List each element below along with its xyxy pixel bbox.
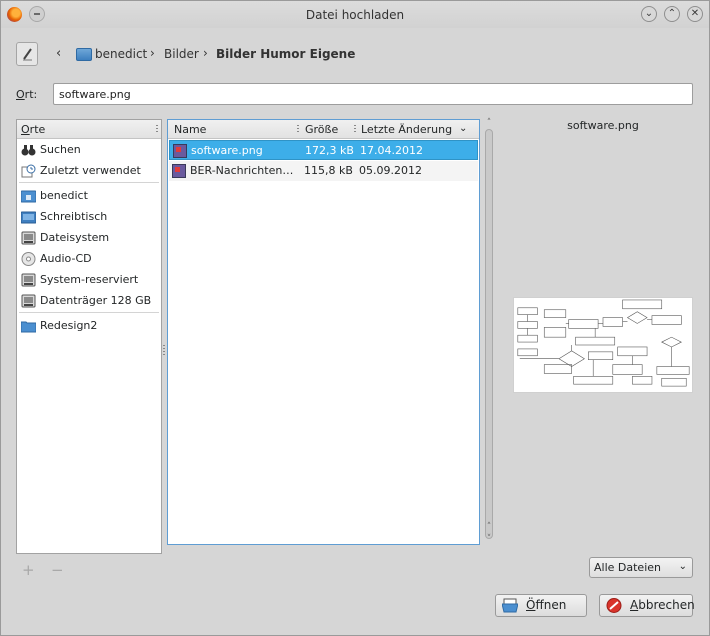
column-modified[interactable]: Letzte Änderung xyxy=(361,123,452,136)
close-button[interactable]: ✕ xyxy=(687,6,703,22)
cd-icon xyxy=(21,252,36,266)
location-input[interactable] xyxy=(53,83,693,105)
file-type-filter[interactable]: Alle Dateien ⌄ xyxy=(589,557,693,578)
maximize-button[interactable]: ⌃ xyxy=(664,6,680,22)
preview-image xyxy=(513,297,693,393)
place-home[interactable]: benedict xyxy=(18,186,160,206)
cancel-icon xyxy=(606,598,622,613)
place-recent[interactable]: Zuletzt verwendet xyxy=(18,161,160,181)
cancel-button[interactable]: Abbrechen xyxy=(599,594,695,617)
table-row[interactable]: BER-Nachrichten.png 115,8 kB 05.09.2012 xyxy=(169,161,478,181)
binoculars-icon xyxy=(21,145,36,156)
recent-icon xyxy=(21,164,36,178)
sort-descending-icon: ⌄ xyxy=(459,123,468,134)
file-list-scrollbar[interactable]: ˄ ˄ ˅ xyxy=(483,119,495,547)
column-size[interactable]: Größe xyxy=(305,123,338,136)
place-desktop[interactable]: Schreibtisch xyxy=(18,207,160,227)
breadcrumb-benedict[interactable]: benedict xyxy=(95,47,147,61)
panel-splitter[interactable] xyxy=(163,345,165,355)
resize-grip[interactable] xyxy=(297,125,299,134)
open-button[interactable]: Öffnen xyxy=(495,594,587,617)
breadcrumb-bilder[interactable]: Bilder xyxy=(164,47,199,61)
scroll-up-icon[interactable]: ˄ xyxy=(484,523,494,532)
drive-icon xyxy=(21,294,36,308)
column-name[interactable]: Name xyxy=(174,123,206,136)
resize-grip[interactable] xyxy=(156,125,158,134)
places-panel: Orte Suchen Zuletzt verwendet benedict S… xyxy=(16,119,162,554)
chevron-right-icon: › xyxy=(150,46,155,60)
place-search[interactable]: Suchen xyxy=(18,140,160,160)
home-folder-icon xyxy=(21,190,36,203)
image-file-icon xyxy=(173,144,187,158)
minimize-button[interactable]: ⌄ xyxy=(641,6,657,22)
place-redesign2[interactable]: Redesign2 xyxy=(18,316,160,336)
scroll-up-icon[interactable]: ˄ xyxy=(484,119,494,128)
drive-icon xyxy=(21,231,36,245)
chevron-right-icon: › xyxy=(203,46,208,60)
preview-filename: software.png xyxy=(567,119,639,132)
scrollbar-thumb[interactable] xyxy=(485,129,493,539)
resize-grip[interactable] xyxy=(354,125,356,134)
chevron-down-icon: ⌄ xyxy=(678,561,687,572)
file-list[interactable]: Name Größe Letzte Änderung ⌄ software.pn… xyxy=(167,119,480,545)
titlebar: Datei hochladen ⌄ ⌃ ✕ xyxy=(1,1,709,28)
place-system-reserved[interactable]: System-reserviert xyxy=(18,270,160,290)
desktop-icon xyxy=(21,211,36,224)
place-filesystem[interactable]: Dateisystem xyxy=(18,228,160,248)
open-document-icon xyxy=(502,598,518,613)
remove-place-button[interactable]: − xyxy=(51,561,64,579)
place-volume-128gb[interactable]: Datenträger 128 GB xyxy=(18,291,160,311)
scroll-down-icon[interactable]: ˅ xyxy=(484,535,494,544)
separator xyxy=(19,312,159,313)
place-audio-cd[interactable]: Audio-CD xyxy=(18,249,160,269)
drive-icon xyxy=(21,273,36,287)
places-header: Orte xyxy=(17,120,161,139)
location-label: Ort: xyxy=(16,88,38,101)
separator xyxy=(19,182,159,183)
breadcrumb-current[interactable]: Bilder Humor Eigene xyxy=(216,47,355,61)
chevron-left-icon[interactable]: ‹ xyxy=(56,46,68,61)
file-upload-dialog: Datei hochladen ⌄ ⌃ ✕ ‹ benedict › Bilde… xyxy=(0,0,710,636)
table-row[interactable]: software.png 172,3 kB 17.04.2012 xyxy=(169,140,478,160)
edit-location-button[interactable] xyxy=(16,42,38,66)
folder-icon xyxy=(21,321,36,333)
home-folder-icon xyxy=(76,48,92,61)
add-place-button[interactable]: + xyxy=(22,561,35,579)
window-title: Datei hochladen xyxy=(305,8,405,22)
image-file-icon xyxy=(172,164,186,178)
file-list-header: Name Größe Letzte Änderung ⌄ xyxy=(168,120,479,139)
pencil-icon xyxy=(23,48,32,61)
